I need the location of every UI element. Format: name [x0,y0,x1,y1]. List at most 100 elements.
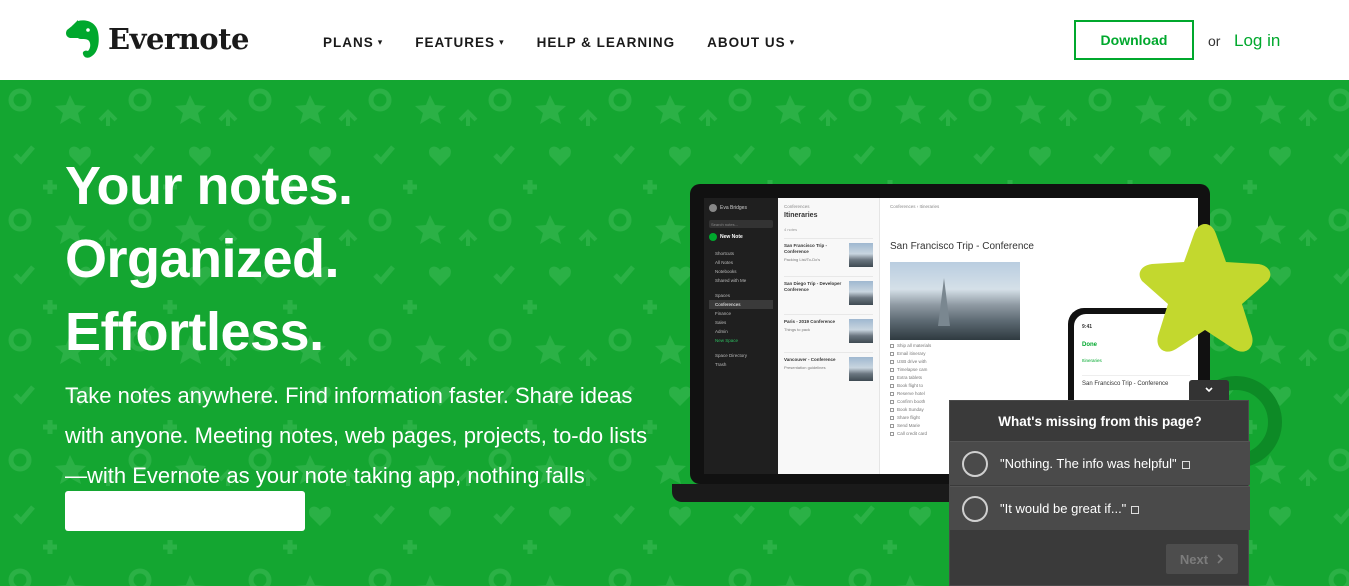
next-button[interactable]: Next [1166,544,1238,574]
check-label: Share flight [897,415,920,420]
sidebar-item: Admin [715,329,728,334]
caret-down-icon: ▾ [499,37,505,47]
next-label: Next [1179,551,1209,567]
app-search: Search notes... [709,220,773,228]
checkbox-icon [890,391,894,396]
headline-line: Effortless. [65,302,324,362]
nav-help-label: HELP & LEARNING [536,35,676,50]
note-title: Vancouver - Conference [784,357,836,362]
chevron-right-icon [1217,554,1224,564]
note-thumbnail [849,357,873,381]
nav-plans[interactable]: PLANS ▾ [323,35,383,50]
list-title: Itineraries [784,212,818,219]
check-label: USB drive with [897,359,927,364]
note-thumbnail [849,281,873,305]
app-new-note: New Note [709,233,773,241]
checkbox-icon [890,383,894,388]
app-note-list: Conferences Itineraries 4 notes San Fran… [778,198,880,474]
feedback-question: What's missing from this page? [998,413,1202,429]
app-user: Eva Bridges [709,204,773,212]
sidebar-item: Shared with Me [715,278,747,283]
headline-line: Organized. [65,229,340,289]
check-label: Book flight to [897,383,924,388]
caret-down-icon: ▾ [377,37,384,47]
feedback-collapse-toggle[interactable] [1189,380,1229,400]
plus-icon [709,233,717,241]
hero-headline: Your notes. Organized. Effortless. [65,150,353,369]
download-button[interactable]: Download [1074,20,1194,60]
check-label: Timelapse cam [897,367,928,372]
checkbox-icon [890,399,894,404]
check-label: Book Sunday [897,407,924,412]
sidebar-item: Finance [715,311,732,316]
brand-name: Evernote [108,22,249,56]
list-item: Vancouver - Conference Presentation guide… [784,352,873,390]
check-label: Call credit card [897,431,928,436]
list-item: Paris - 2019 Conference Things to pack [784,314,873,352]
avatar [709,204,717,212]
check-label: Extra tablets [897,375,923,380]
radio-button[interactable] [962,495,988,522]
main-nav: PLANS ▾ FEATURES ▾ HELP & LEARNING ABOUT… [323,35,827,50]
feedback-widget: What's missing from this page? "Nothing.… [949,400,1250,586]
checkbox-icon [890,407,894,412]
headline-line: Your notes. [65,156,353,216]
site-header: Evernote PLANS ▾ FEATURES ▾ HELP & LEARN… [0,0,1349,80]
note-thumbnail [849,319,873,343]
note-sub: Packing List/To-Do's [784,257,821,262]
check-label: Confirm booth [897,399,926,404]
sidebar-item: Conferences [709,300,773,309]
sidebar-item: Sales [715,320,727,325]
editor-crumb: Conferences › Itineraries [890,204,940,209]
spaces-label: Spaces [715,293,731,298]
note-title: San Diego Trip - Developer Conference [784,281,842,292]
option-text: "It would be great if..." [1000,501,1127,516]
sidebar-item: Shortcuts [715,251,735,256]
chevron-down-icon [1205,387,1213,393]
star-icon [1139,224,1271,352]
list-crumb: Conferences [784,204,810,209]
login-link[interactable]: Log in [1234,31,1280,51]
note-thumbnail [849,243,873,267]
square-icon [1181,460,1190,469]
check-label: Reserve hotel [897,391,925,396]
nav-about-label: ABOUT US [707,35,786,50]
note-sub: Presentation guidelines [784,365,826,370]
list-count: 4 notes [784,227,798,232]
checkbox-icon [890,367,894,372]
check-label: Ship all materials [897,343,932,348]
checkbox-icon [890,431,894,436]
evernote-logo[interactable]: Evernote [64,18,249,60]
checkbox-icon [890,359,894,364]
checkbox-icon [890,343,894,348]
note-sub: Things to pack [784,327,811,332]
feedback-option-label: "Nothing. The info was helpful" [1000,456,1190,471]
phone-note-title: San Francisco Trip - Conference [1082,375,1190,387]
nav-help-learning[interactable]: HELP & LEARNING [537,35,676,50]
elephant-logo-icon [66,20,99,58]
list-item: San Francisco Trip - Conference Packing L… [784,238,873,276]
caret-down-icon: ▾ [789,37,796,47]
new-note-label: New Note [720,234,743,240]
sidebar-item: All Notes [715,260,734,265]
sidebar-item: New Space [715,338,739,343]
check-label: Email itinerary [897,351,926,356]
app-sidebar: Eva Bridges Search notes... New Note Sho… [704,198,778,474]
note-title: San Francisco Trip - Conference [784,243,828,254]
radio-button[interactable] [962,450,988,477]
nav-about-us[interactable]: ABOUT US ▾ [707,35,795,50]
square-icon [1131,505,1140,514]
feedback-option-helpful[interactable]: "Nothing. The info was helpful" [950,441,1250,485]
note-title: Paris - 2019 Conference [784,319,836,324]
nav-features[interactable]: FEATURES ▾ [415,35,504,50]
sign-up-button[interactable] [65,491,305,531]
checkbox-icon [890,375,894,380]
option-text: "Nothing. The info was helpful" [1000,456,1177,471]
sidebar-item: Notebooks [715,269,737,274]
feedback-option-suggestion[interactable]: "It would be great if..." [950,486,1250,530]
list-item: San Diego Trip - Developer Conference [784,276,873,314]
sidebar-item: Trash [715,362,727,367]
checkbox-icon [890,423,894,428]
checkbox-icon [890,415,894,420]
nav-plans-label: PLANS [323,35,374,50]
